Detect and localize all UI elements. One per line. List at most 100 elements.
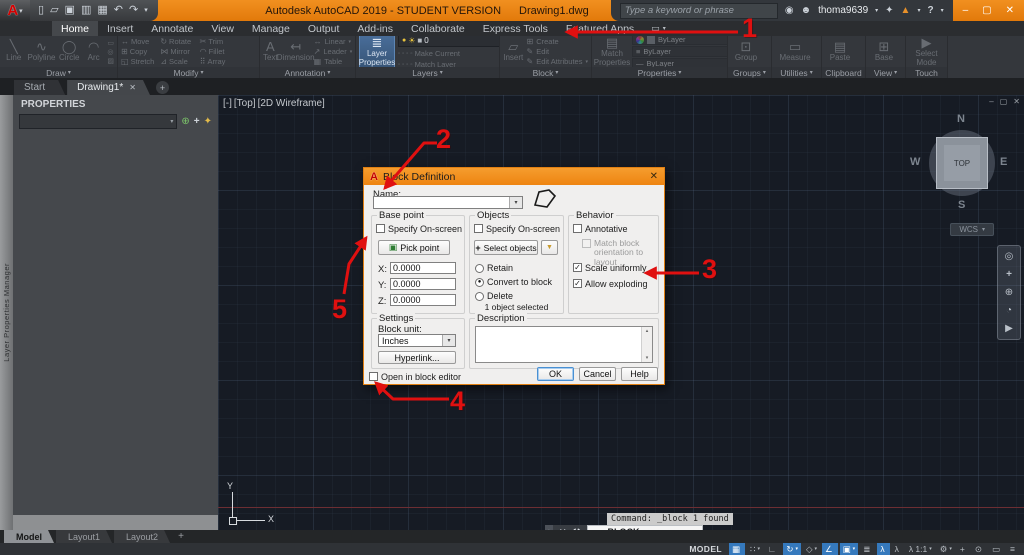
search-input[interactable] xyxy=(620,3,778,19)
object-snap-toggle[interactable]: ▣ ▾ xyxy=(840,543,859,555)
block-panel-label[interactable]: Block▾ xyxy=(500,67,591,78)
viewport-view-control[interactable]: [Top] xyxy=(233,98,257,109)
workspace-switching-button[interactable]: ⚙ ▾ xyxy=(937,543,955,555)
object-color-dropdown[interactable]: ByLayer▾ xyxy=(632,36,727,45)
rotate-button[interactable]: ↻Rotate xyxy=(160,37,193,46)
object-snap-tracking-toggle[interactable]: ∠ xyxy=(822,543,838,555)
object-type-dropdown[interactable]: ▾ xyxy=(19,114,177,129)
qat-customize-caret-icon[interactable]: ▾ xyxy=(144,0,148,21)
mirror-button[interactable]: ⋈Mirror xyxy=(160,47,193,56)
allow-exploding-checkbox[interactable]: ✓Allow exploding xyxy=(573,279,648,289)
wcs-dropdown[interactable]: WCS ▾ xyxy=(950,223,994,236)
select-objects-icon[interactable]: + xyxy=(194,116,200,127)
close-tab-icon[interactable]: ✕ xyxy=(129,83,136,92)
fillet-button[interactable]: ◠Fillet xyxy=(200,47,233,56)
autodesk-exchange-icon[interactable]: ▲ xyxy=(901,5,911,16)
model-space-label[interactable]: MODEL xyxy=(686,543,727,555)
user-menu-caret-icon[interactable]: ▾ xyxy=(875,7,878,14)
close-button[interactable]: ✕ xyxy=(1006,5,1014,16)
signed-in-username[interactable]: thoma9639 xyxy=(818,5,868,16)
group-button[interactable]: ⊡Group xyxy=(731,40,761,62)
ok-button[interactable]: OK xyxy=(537,367,574,381)
make-current-button[interactable]: ▫▫▫▫ Make Current xyxy=(398,49,499,58)
block-unit-dropdown[interactable]: Inches▾ xyxy=(378,334,456,347)
help-icon[interactable]: ? xyxy=(927,5,933,16)
file-tab-drawing1[interactable]: Drawing1* ✕ xyxy=(67,80,150,95)
move-button[interactable]: ↔Move xyxy=(121,37,154,46)
tab-addins[interactable]: Add-ins xyxy=(348,21,402,36)
grid-display-toggle[interactable]: ▦ xyxy=(729,543,745,555)
help-caret-icon[interactable]: ▾ xyxy=(941,7,944,14)
match-layer-button[interactable]: ▫▫▫▫ Match Layer xyxy=(398,60,499,67)
redo-icon[interactable]: ↷ xyxy=(129,0,138,21)
delete-radio[interactable]: Delete xyxy=(475,291,513,301)
pick-point-button[interactable]: ▣Pick point xyxy=(378,240,450,255)
snap-mode-toggle[interactable]: ∷ ▾ xyxy=(747,543,763,555)
viewcube-top-face[interactable]: TOP xyxy=(936,137,988,189)
x-coordinate-input[interactable]: 0.0000 xyxy=(390,262,456,274)
trim-button[interactable]: ✂Trim xyxy=(200,37,233,46)
utilities-panel-label[interactable]: Utilities▾ xyxy=(772,67,821,78)
hyperlink-button[interactable]: Hyperlink... xyxy=(378,351,456,364)
lineweight-toggle[interactable]: ≣ xyxy=(860,543,875,555)
layout-tab-layout2[interactable]: Layout2 xyxy=(114,530,170,543)
groups-panel-label[interactable]: Groups▾ xyxy=(728,67,771,78)
annotative-checkbox[interactable]: Annotative xyxy=(573,224,628,234)
viewcube-south[interactable]: S xyxy=(958,199,965,211)
tab-annotate[interactable]: Annotate xyxy=(142,21,202,36)
orbit-icon[interactable]: ◔ xyxy=(1006,305,1012,316)
tab-view[interactable]: View xyxy=(202,21,243,36)
pan-icon[interactable]: + xyxy=(1006,269,1012,280)
match-properties-button[interactable]: ▤Match Properties xyxy=(595,36,629,67)
layer-properties-button[interactable]: ≣Layer Properties xyxy=(359,36,395,67)
annotation-scale-button[interactable]: λ 1:1 ▾ xyxy=(906,543,935,555)
text-button[interactable]: AText xyxy=(263,40,278,62)
viewport-menu-control[interactable]: [-] xyxy=(222,98,233,109)
viewport-close-icon[interactable]: ✕ xyxy=(1013,97,1020,106)
pickadd-toggle-icon[interactable]: ⊕ xyxy=(181,116,189,127)
new-drawing-tab-button[interactable]: + xyxy=(156,81,169,94)
copy-button[interactable]: ⊞Copy xyxy=(121,47,154,56)
full-navigation-wheel-icon[interactable]: ◎ xyxy=(1005,251,1014,262)
line-button[interactable]: ╲Line xyxy=(3,40,24,62)
new-layout-button[interactable]: + xyxy=(172,530,190,543)
scroll-down-icon[interactable]: ▾ xyxy=(646,355,649,361)
annotation-visibility-toggle[interactable]: λ xyxy=(877,543,889,555)
viewcube-west[interactable]: W xyxy=(910,156,920,168)
table-button[interactable]: ▦Table xyxy=(314,57,353,66)
polar-tracking-toggle[interactable]: ↻ ▾ xyxy=(783,543,801,555)
file-tab-start[interactable]: Start xyxy=(14,80,65,95)
draw-panel-label[interactable]: Draw▾ xyxy=(0,67,117,78)
isometric-drafting-toggle[interactable]: ◇ ▾ xyxy=(803,543,820,555)
ribbon-display-options[interactable]: ▭ ▾ xyxy=(643,21,674,36)
minimize-button[interactable]: – xyxy=(963,5,969,16)
app-store-cart-icon[interactable]: ✦ xyxy=(885,5,893,16)
linear-dimension-button[interactable]: ↔Linear▾ xyxy=(314,37,353,46)
basepoint-specify-onscreen-checkbox[interactable]: Specify On-screen xyxy=(376,224,462,234)
autoscale-toggle[interactable]: λ xyxy=(892,543,904,555)
retain-radio[interactable]: Retain xyxy=(475,263,513,273)
search-binoculars-icon[interactable]: ◉ xyxy=(785,5,794,16)
linetype-dropdown[interactable]: —ByLayer▾ xyxy=(632,58,727,67)
lineweight-dropdown[interactable]: ≡ByLayer▾ xyxy=(632,46,727,57)
clean-screen-toggle[interactable]: + xyxy=(957,543,970,555)
edit-attributes-button[interactable]: ✎Edit Attributes▾ xyxy=(527,57,589,66)
tab-collaborate[interactable]: Collaborate xyxy=(402,21,474,36)
save-as-icon[interactable]: ▥ xyxy=(81,0,91,21)
tab-home[interactable]: Home xyxy=(52,21,98,36)
edit-block-button[interactable]: ✎Edit xyxy=(527,47,589,56)
open-file-icon[interactable]: ▱ xyxy=(50,0,58,21)
create-block-button[interactable]: ⊞Create xyxy=(527,37,589,46)
scale-uniformly-checkbox[interactable]: ✓Scale uniformly xyxy=(573,263,647,273)
select-mode-button[interactable]: ▶Select Mode xyxy=(909,36,944,67)
layer-properties-manager-titlebar[interactable]: Layer Properties Manager xyxy=(0,95,13,530)
save-icon[interactable]: ▣ xyxy=(65,0,75,21)
new-file-icon[interactable]: ▯ xyxy=(38,0,44,21)
isolate-objects-button[interactable]: ⊙ xyxy=(972,543,987,555)
scale-button[interactable]: ⊿Scale xyxy=(160,57,193,66)
layout-tab-layout1[interactable]: Layout1 xyxy=(56,530,112,543)
array-button[interactable]: ⠿Array xyxy=(200,57,233,66)
viewcube-east[interactable]: E xyxy=(1000,156,1007,168)
viewport-restore-icon[interactable]: ▢ xyxy=(1000,97,1008,106)
ortho-mode-toggle[interactable]: ∟ xyxy=(765,543,781,555)
